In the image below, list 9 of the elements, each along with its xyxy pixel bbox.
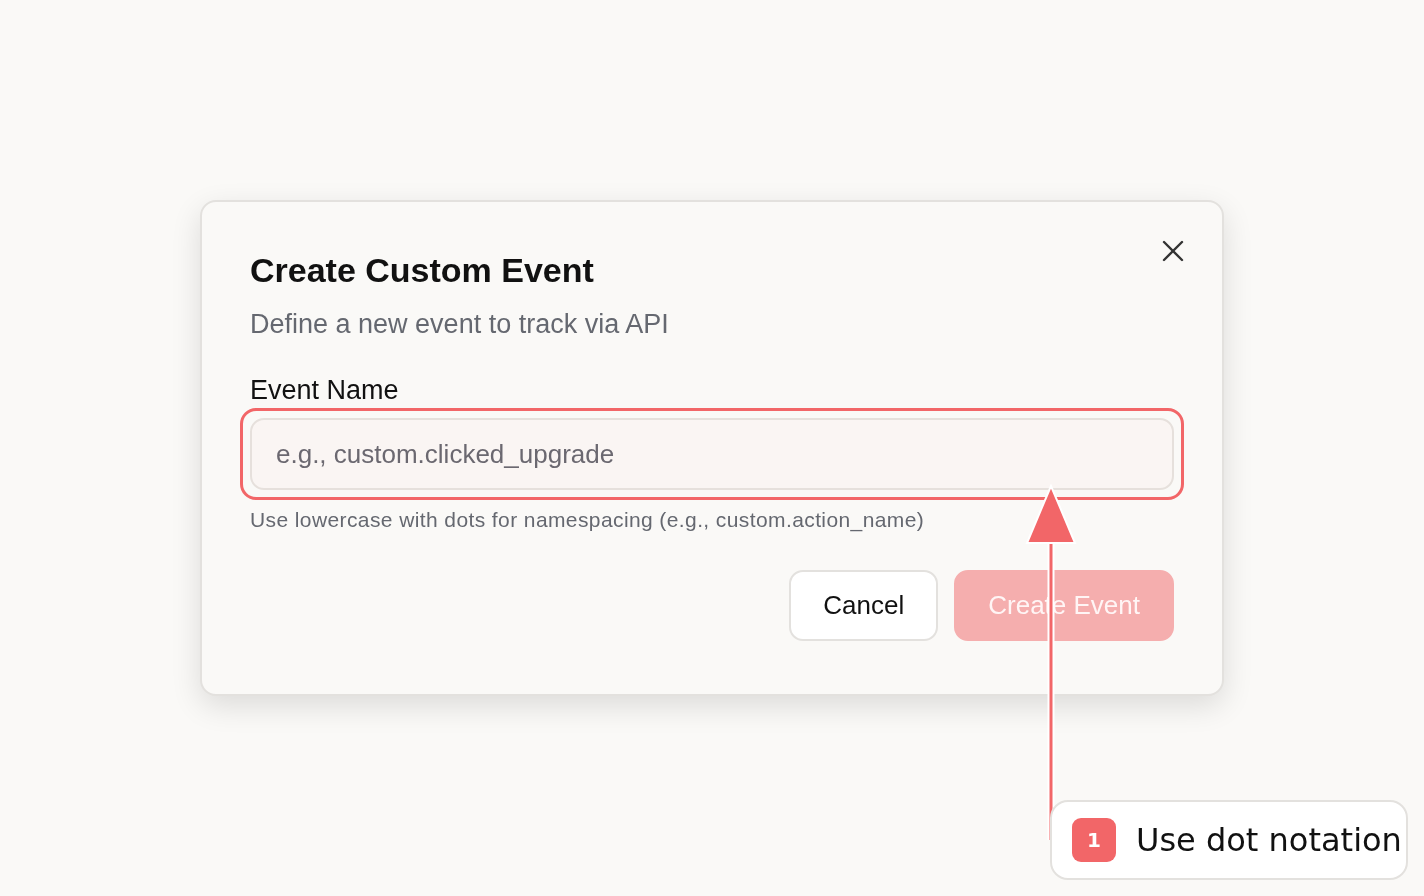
close-icon[interactable] [1162, 240, 1184, 262]
event-name-field[interactable]: e.g., custom.clicked_upgrade [250, 418, 1174, 490]
field-label: Event Name [250, 374, 399, 407]
cancel-button[interactable]: Cancel [789, 570, 939, 641]
help-text: Use lowercase with dots for namespacing (e.g., custom.action_name) [250, 508, 925, 532]
dialog-subtitle: Define a new event to track via API [250, 308, 669, 341]
callout-text: Use dot notation [1136, 821, 1402, 859]
dialog-title: Create Custom Event [250, 250, 594, 291]
number-badge: 1 [1072, 818, 1116, 862]
